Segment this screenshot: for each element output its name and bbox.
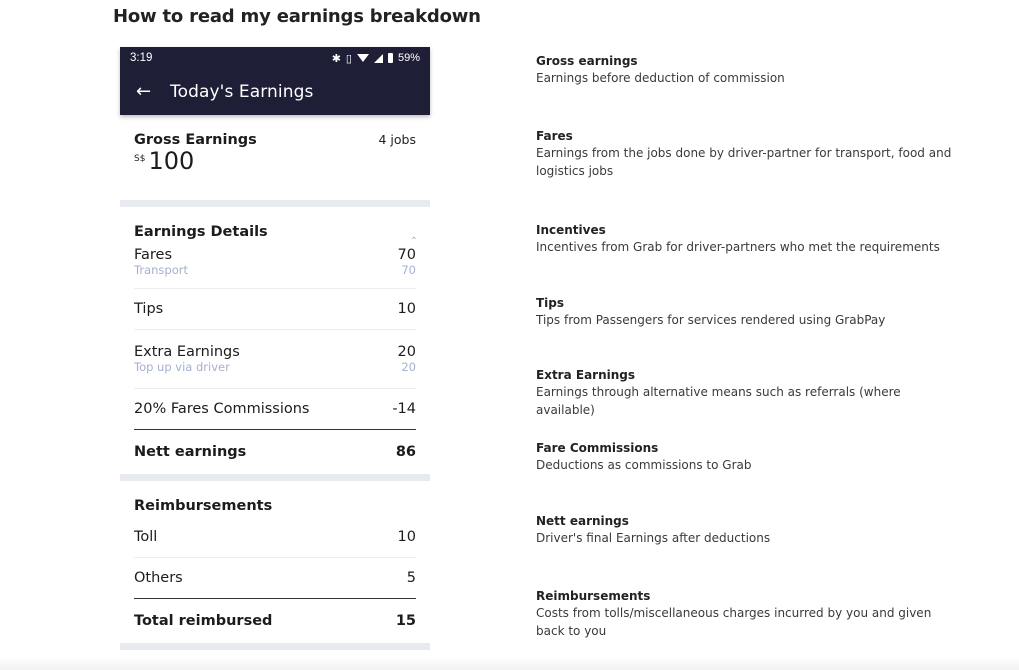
glossary-definition: Driver's final Earnings after deductions	[536, 531, 771, 545]
row-value: -14	[392, 401, 416, 417]
title-bar: ← Today's Earnings	[120, 69, 430, 115]
reimbursement-row-others: Others 5	[134, 558, 416, 599]
glossary-term: Fare Commissions	[536, 441, 659, 455]
row-value: 5	[406, 570, 416, 586]
row-label: Tips	[134, 301, 164, 317]
earnings-row-tips: Tips 10	[134, 289, 416, 330]
glossary-term: Extra Earnings	[536, 368, 636, 382]
vibrate-icon: ▯	[345, 52, 352, 65]
earnings-details-header[interactable]: Earnings Details ‸	[134, 219, 416, 245]
total-reimbursed-row: Total reimbursed 15	[134, 599, 416, 643]
row-label: 20% Fares Commissions	[134, 401, 310, 417]
gross-earnings-label: Gross Earnings	[134, 132, 257, 148]
section-divider	[120, 643, 430, 650]
jobs-count: 4 jobs	[378, 132, 417, 147]
row-label: Fares	[134, 247, 173, 263]
nett-earnings-row: Nett earnings 86	[134, 430, 416, 474]
row-sub-value: 70	[401, 263, 416, 277]
glossary-term: Fares	[536, 129, 573, 143]
chevron-up-icon[interactable]: ‸	[412, 225, 416, 239]
total-reimbursed-value: 15	[395, 613, 416, 629]
currency-label: S$	[134, 154, 146, 164]
glossary-item: Incentives Incentives from Grab for driv…	[536, 222, 956, 256]
row-value: 10	[397, 301, 416, 317]
bottom-fade	[0, 656, 1019, 670]
glossary-item: Extra Earnings Earnings through alternat…	[536, 367, 956, 419]
row-label: Toll	[134, 529, 158, 545]
total-reimbursed-label: Total reimbursed	[134, 613, 273, 629]
glossary-definition: Earnings before deduction of commission	[536, 71, 785, 85]
status-icons: ✱ ▯ 59%	[332, 52, 420, 65]
glossary-term: Gross earnings	[536, 54, 638, 68]
reimbursements-title: Reimbursements	[134, 498, 273, 514]
bluetooth-icon: ✱	[331, 52, 341, 65]
row-sub-value: 20	[401, 360, 416, 374]
reimbursement-row-toll: Toll 10	[134, 517, 416, 558]
glossary-term: Tips	[536, 296, 565, 310]
glossary-item: Tips Tips from Passengers for services r…	[536, 295, 956, 329]
gross-amount: 100	[148, 147, 195, 175]
row-label: Others	[134, 570, 183, 586]
row-sub-label: Transport	[134, 263, 188, 277]
glossary-term: Incentives	[536, 223, 606, 237]
arrow-left-icon[interactable]: ←	[136, 83, 156, 101]
glossary-item: Gross earnings Earnings before deduction…	[536, 53, 956, 87]
nett-earnings-value: 86	[395, 444, 416, 460]
row-label: Extra Earnings	[134, 344, 240, 360]
earnings-details-title: Earnings Details	[134, 224, 268, 240]
gross-earnings-section: Gross Earnings 4 jobs S$ 100	[120, 115, 430, 200]
glossary-definition: Costs from tolls/miscellaneous charges i…	[536, 606, 932, 638]
glossary-definition: Earnings from the jobs done by driver-pa…	[536, 146, 952, 178]
glossary-definition: Deductions as commissions to Grab	[536, 458, 752, 472]
row-value: 10	[397, 529, 416, 545]
row-sub-label: Top up via driver	[134, 360, 230, 374]
section-divider	[120, 200, 430, 207]
glossary-term: Reimbursements	[536, 589, 651, 603]
page-title: How to read my earnings breakdown	[113, 6, 481, 27]
battery-icon	[387, 53, 393, 63]
earnings-row-extra-earnings: Extra Earnings 20 Top up via driver 20	[134, 330, 416, 389]
glossary-item: Fares Earnings from the jobs done by dri…	[536, 128, 956, 180]
glossary-item: Fare Commissions Deductions as commissio…	[536, 440, 956, 474]
cell-signal-icon	[373, 53, 383, 63]
glossary-definition: Incentives from Grab for driver-partners…	[536, 240, 940, 254]
app-bar-title: Today's Earnings	[170, 82, 314, 102]
earnings-details-section: Earnings Details ‸ Fares 70 Transport 70…	[120, 207, 430, 474]
section-divider	[120, 474, 430, 481]
glossary-definition: Tips from Passengers for services render…	[536, 313, 886, 327]
row-value: 20	[397, 344, 416, 360]
reimbursements-header: Reimbursements	[134, 495, 416, 517]
reimbursements-section: Reimbursements Toll 10 Others 5 Total re…	[120, 481, 430, 643]
earnings-row-commissions: 20% Fares Commissions -14	[134, 389, 416, 430]
phone-screenshot: 3:19 ✱ ▯ 59% ← Today's Earnings Gross Ea…	[120, 47, 430, 650]
status-bar: 3:19 ✱ ▯ 59%	[120, 47, 430, 69]
glossary-item: Reimbursements Costs from tolls/miscella…	[536, 588, 946, 640]
earnings-row-fares: Fares 70 Transport 70	[134, 245, 416, 289]
app-bar: 3:19 ✱ ▯ 59% ← Today's Earnings	[120, 47, 430, 115]
status-time: 3:19	[130, 52, 153, 64]
nett-earnings-label: Nett earnings	[134, 444, 247, 460]
glossary-definition: Earnings through alternative means such …	[536, 385, 901, 417]
glossary-item: Nett earnings Driver's final Earnings af…	[536, 513, 956, 547]
row-value: 70	[397, 247, 416, 263]
glossary-term: Nett earnings	[536, 514, 629, 528]
battery-level: 59%	[397, 52, 420, 64]
wifi-icon	[356, 54, 369, 62]
